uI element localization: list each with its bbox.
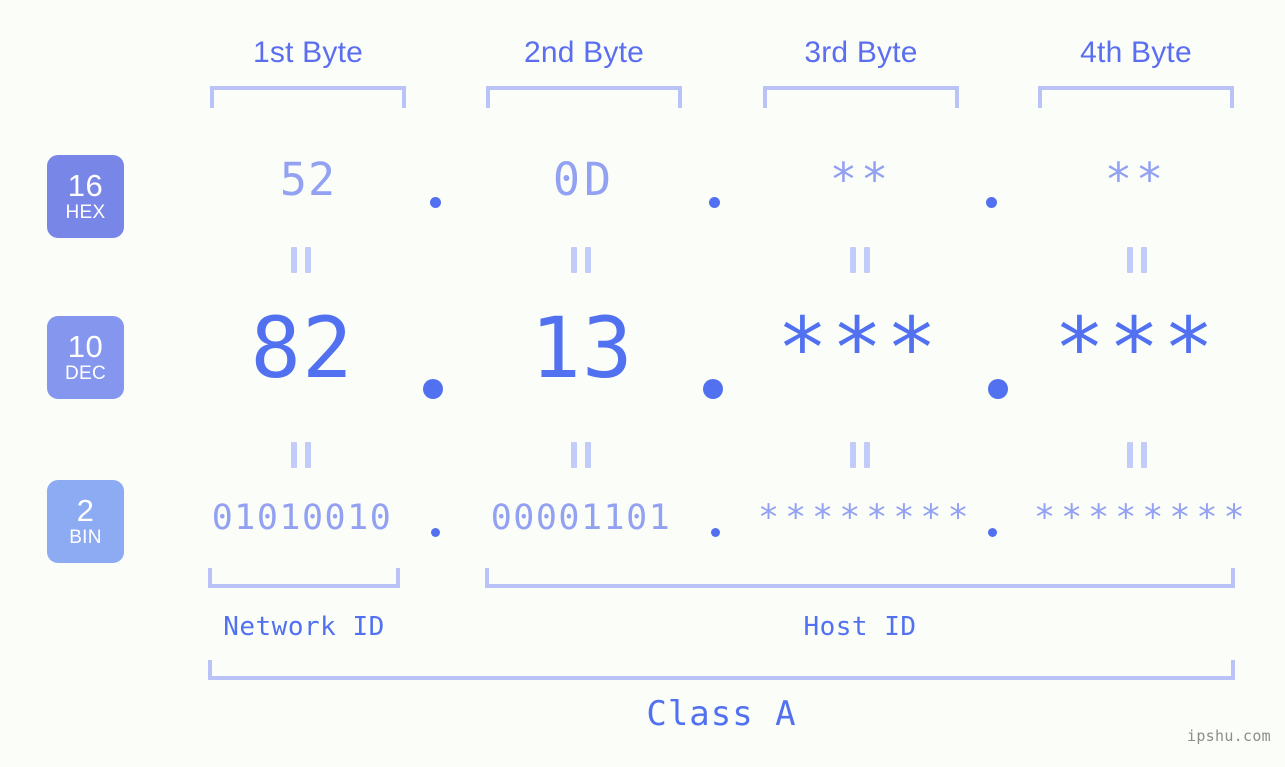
hex-dot-separator-3 (986, 197, 997, 208)
base-badge-bin-name: BIN (69, 527, 102, 548)
byte-header-label-3: 3rd Byte (804, 36, 918, 69)
base-badge-hex: 16 HEX (47, 155, 124, 238)
equals-mark-hex-dec-3 (850, 247, 870, 273)
byte-bracket-top-1 (210, 86, 406, 108)
equals-mark-dec-bin-2 (571, 442, 591, 468)
network-id-bracket (208, 568, 400, 588)
hex-byte-4: ** (1104, 153, 1168, 206)
bin-byte-3: ******** (758, 498, 975, 538)
network-id-label: Network ID (223, 612, 385, 642)
class-label: Class A (646, 694, 797, 734)
byte-bracket-top-2 (486, 86, 682, 108)
bin-byte-4: ******** (1034, 498, 1251, 538)
dec-byte-3: *** (777, 299, 941, 397)
equals-mark-hex-dec-1 (291, 247, 311, 273)
base-badge-dec-name: DEC (64, 363, 106, 384)
hex-byte-1: 52 (279, 153, 337, 206)
dec-byte-1: 82 (250, 299, 354, 397)
hex-byte-2: 0D (552, 153, 616, 206)
base-badge-dec-number: 10 (67, 329, 104, 364)
base-badge-dec: 10 DEC (47, 316, 124, 399)
base-badge-bin-number: 2 (76, 493, 95, 528)
byte-header-label-4: 4th Byte (1080, 36, 1192, 69)
hex-byte-3: ** (829, 153, 893, 206)
equals-mark-hex-dec-2 (571, 247, 591, 273)
site-watermark: ipshu.com (1187, 727, 1271, 745)
dec-dot-separator-1 (423, 379, 443, 399)
base-badge-bin: 2 BIN (47, 480, 124, 563)
base-badge-hex-number: 16 (67, 168, 104, 203)
bin-dot-separator-3 (988, 528, 997, 537)
class-bracket (208, 660, 1235, 680)
hex-dot-separator-2 (709, 197, 720, 208)
byte-bracket-top-4 (1038, 86, 1234, 108)
dec-dot-separator-3 (988, 379, 1008, 399)
byte-bracket-top-3 (763, 86, 959, 108)
hex-dot-separator-1 (430, 197, 441, 208)
bin-byte-1: 01010010 (211, 498, 393, 538)
bin-dot-separator-2 (711, 528, 720, 537)
equals-mark-dec-bin-1 (291, 442, 311, 468)
base-badge-hex-name: HEX (65, 202, 106, 223)
dec-byte-4: *** (1054, 299, 1218, 397)
byte-header-label-1: 1st Byte (253, 36, 363, 69)
ip-address-breakdown-diagram: 1st Byte 2nd Byte 3rd Byte 4th Byte 16 H… (0, 0, 1285, 767)
host-id-bracket (485, 568, 1235, 588)
host-id-label: Host ID (803, 612, 917, 642)
bin-byte-2: 00001101 (490, 498, 672, 538)
equals-mark-hex-dec-4 (1127, 247, 1147, 273)
dec-byte-2: 13 (530, 299, 634, 397)
byte-header-label-2: 2nd Byte (523, 36, 645, 69)
dec-dot-separator-2 (703, 379, 723, 399)
equals-mark-dec-bin-4 (1127, 442, 1147, 468)
equals-mark-dec-bin-3 (850, 442, 870, 468)
bin-dot-separator-1 (431, 528, 440, 537)
